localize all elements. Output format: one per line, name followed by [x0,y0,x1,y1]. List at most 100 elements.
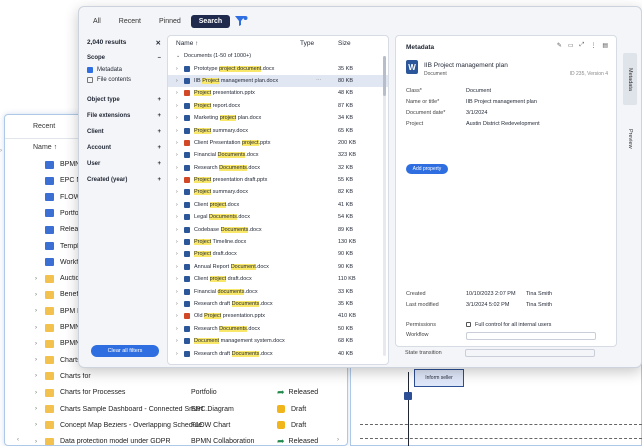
vertical-scrollbar[interactable] [383,56,386,356]
result-row[interactable]: › Client Presentation project.pptx 200 KB [168,137,388,149]
chevron-right-icon[interactable]: › [176,239,184,245]
property-value[interactable]: 3/1/2024 [466,110,487,116]
filter-group[interactable]: Created (year) + [83,173,165,187]
comment-icon[interactable]: ▭ [568,42,574,49]
created-user[interactable]: Tina Smith [526,291,552,297]
chevron-right-icon[interactable]: › [176,301,184,307]
result-row[interactable]: › Research Documents.docx 32 KB [168,162,388,174]
chevron-right-icon[interactable]: › [176,251,184,257]
property-row[interactable]: Document date* 3/1/2024 [406,110,487,116]
add-property-button[interactable]: Add property [406,164,448,174]
state-transition-row[interactable]: State transition [405,349,595,357]
chevron-right-icon[interactable]: › [176,214,184,220]
result-row[interactable]: › Financial documents.docx 33 KB [168,285,388,297]
tab-pinned[interactable]: Pinned [151,15,189,28]
more-icon[interactable]: ⋮ [590,42,596,49]
result-row[interactable]: › Research Documents.docx 50 KB [168,323,388,335]
panel-icon[interactable]: ▤ [602,42,608,49]
filter-group[interactable]: File extensions + [83,109,165,123]
expand-plus-icon[interactable]: + [157,177,161,183]
tab-search[interactable]: Search [190,14,231,28]
expand-plus-icon[interactable]: + [157,161,161,167]
chevron-right-icon[interactable]: › [35,357,45,363]
state-transition-field[interactable] [465,349,595,357]
diagram-task-box[interactable]: Inform seller [414,369,464,387]
property-value[interactable]: Document [466,88,491,94]
chevron-right-icon[interactable]: › [176,90,184,96]
column-header-name[interactable]: Name ↑ [176,40,198,47]
bg-list-item[interactable]: › Concept Map Beziers - Overlapping Sched… [5,417,347,434]
expand-plus-icon[interactable]: + [157,97,161,103]
result-row[interactable]: › Project report.docx 87 KB [168,100,388,112]
checkbox-checked-icon[interactable] [87,67,93,73]
result-row[interactable]: › Project presentation draft.pptx 55 KB [168,174,388,186]
chevron-right-icon[interactable]: › [176,103,184,109]
modified-user[interactable]: Tina Smith [526,302,552,308]
filter-group[interactable]: User + [83,157,165,171]
chevron-right-icon[interactable]: › [35,373,45,379]
chevron-right-icon[interactable]: › [35,308,45,314]
permissions-row[interactable]: Permissions Full control for all interna… [406,322,551,328]
chevron-right-icon[interactable]: › [176,177,184,183]
result-row[interactable]: › Marketing project plan.docx 34 KB [168,112,388,124]
permissions-value[interactable]: Full control for all internal users [475,322,551,328]
result-row[interactable]: › Codebase Documents.docx 89 KB [168,223,388,235]
chevron-right-icon[interactable]: › [0,148,2,154]
side-tab-preview[interactable]: Preview [623,119,637,159]
chevron-right-icon[interactable]: › [176,264,184,270]
chevron-right-icon[interactable]: › [176,165,184,171]
clear-filters-button[interactable]: Clear all filters [91,345,159,357]
chevron-right-icon[interactable]: › [35,292,45,298]
collapse-icon[interactable]: – [158,55,161,61]
scope-option-file-contents[interactable]: File contents [83,75,165,85]
result-row[interactable]: › Annual Report Document.docx 90 KB [168,261,388,273]
filter-group[interactable]: Account + [83,141,165,155]
filter-group[interactable]: Object type + [83,93,165,107]
result-row[interactable]: › IIB Project management plan.docx ⋯ 80 KB [168,74,388,88]
result-row[interactable]: › Prototype project document.docx 35 KB [168,62,388,74]
chevron-right-icon[interactable]: › [176,66,184,72]
diagram-connector-handle[interactable] [404,392,412,400]
result-row[interactable]: › Client project draft.docx 110 KB [168,273,388,285]
checkbox-icon[interactable] [87,77,93,83]
result-row[interactable]: › Project summary.docx 65 KB [168,124,388,136]
close-icon[interactable]: ✕ [156,39,161,47]
workflow-row[interactable]: Workflow [406,332,596,340]
chevron-right-icon[interactable]: › [176,128,184,134]
chevron-right-icon[interactable]: › [176,227,184,233]
result-row[interactable]: › Project presentation.pptx 48 KB [168,87,388,99]
chevron-down-icon[interactable]: ⌄ [176,53,184,59]
tab-all[interactable]: All [85,15,109,28]
result-row[interactable]: › Research draft Documents.docx 35 KB [168,298,388,310]
property-row[interactable]: Project Austin District Redevelopment [406,121,540,127]
chevron-right-icon[interactable]: › [176,326,184,332]
tab-recent[interactable]: Recent [111,15,149,28]
chevron-right-icon[interactable]: › [176,140,184,146]
expand-plus-icon[interactable]: + [157,145,161,151]
pin-icon[interactable]: ✎ [557,42,562,49]
property-value[interactable]: IIB Project management plan [466,99,537,105]
chevron-right-icon[interactable]: › [176,338,184,344]
bg-list-item[interactable]: › Charts for [5,368,347,385]
chevron-right-icon[interactable]: › [176,289,184,295]
filter-icon[interactable] [234,15,248,27]
bg-list-item[interactable]: › Charts Sample Dashboard - Connected Sma… [5,401,347,418]
result-row[interactable]: › Old Project presentation.pptx 410 KB [168,310,388,322]
chevron-right-icon[interactable]: › [35,422,45,428]
side-tab-metadata[interactable]: Metadata [623,53,637,105]
property-row[interactable]: Name or title* IIB Project management pl… [406,99,537,105]
workflow-field[interactable] [466,332,596,340]
expand-plus-icon[interactable]: + [157,113,161,119]
expand-plus-icon[interactable]: + [157,129,161,135]
bg-list-item[interactable]: › Charts for Processes Portfolio ➦ Released [5,384,347,401]
chevron-right-icon[interactable]: › [35,406,45,412]
result-row[interactable]: › Project summary.docx 82 KB [168,186,388,198]
chevron-right-icon[interactable]: › [35,390,45,396]
scrollbar-thumb[interactable] [383,56,386,96]
result-row[interactable]: › Project Timeline.docx 130 KB [168,236,388,248]
bg-horizontal-scrollbar[interactable]: ‹ › [9,437,347,445]
bg-tab-recent[interactable]: Recent [33,123,55,130]
result-row[interactable]: › Document management system.docx 68 KB [168,335,388,347]
chevron-right-icon[interactable]: › [35,341,45,347]
chevron-right-icon[interactable]: › [176,152,184,158]
